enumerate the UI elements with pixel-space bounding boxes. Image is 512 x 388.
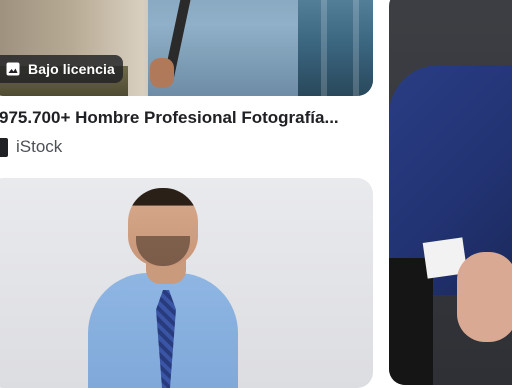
istock-logo-icon <box>0 137 8 157</box>
image-chair <box>389 258 433 385</box>
license-badge[interactable]: Bajo licencia <box>0 55 123 83</box>
result-image-bottom[interactable] <box>0 178 373 388</box>
result-image-right[interactable] <box>389 0 512 385</box>
result-title[interactable]: 975.700+ Hombre Profesional Fotografía..… <box>0 108 379 128</box>
license-badge-label: Bajo licencia <box>28 61 115 77</box>
image-person-hand <box>457 252 512 342</box>
image-icon <box>4 60 22 78</box>
image-person-hand <box>150 58 174 88</box>
result-source-label: iStock <box>16 137 63 156</box>
result-source[interactable]: iStock <box>0 137 62 157</box>
